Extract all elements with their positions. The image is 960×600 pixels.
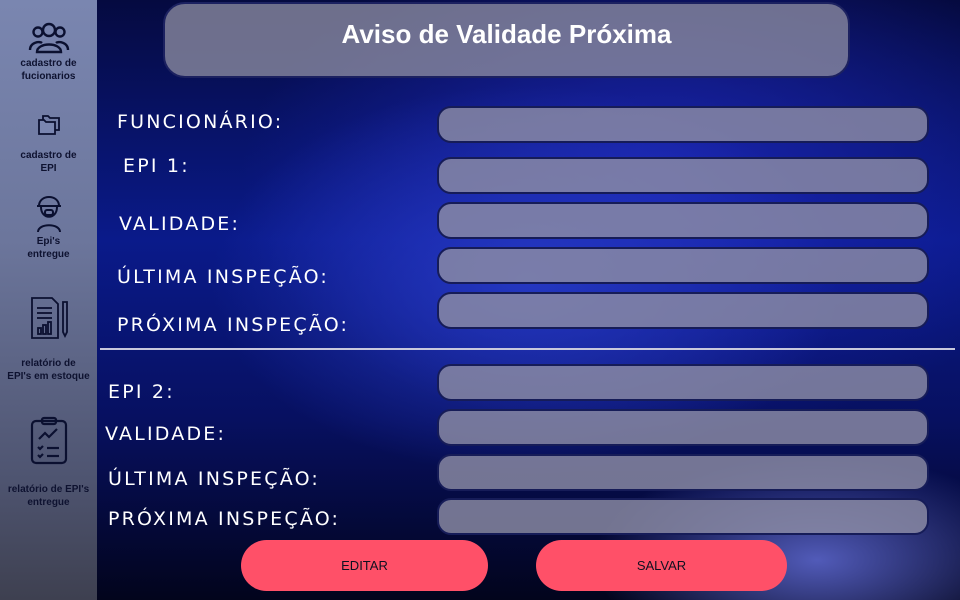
sidebar-item-label: entregue bbox=[27, 497, 70, 508]
sidebar-item-cadastro-epi[interactable]: cadastro de EPI bbox=[0, 110, 97, 176]
validade2-label: VALIDADE: bbox=[105, 423, 227, 445]
validade2-field[interactable] bbox=[437, 409, 929, 446]
sidebar-item-relatorio-entregue[interactable]: relatório de EPI's entregue bbox=[0, 416, 97, 510]
users-icon bbox=[28, 22, 69, 54]
epi1-field[interactable] bbox=[437, 157, 929, 194]
ultima-inspecao1-label: ÚLTIMA INSPEÇÃO: bbox=[117, 266, 330, 288]
sidebar-item-label: EPI bbox=[40, 163, 57, 174]
ultima-inspecao2-label: ÚLTIMA INSPEÇÃO: bbox=[108, 468, 321, 490]
proxima-inspecao1-field[interactable] bbox=[437, 292, 929, 329]
epi2-label: EPI 2: bbox=[108, 381, 175, 403]
sidebar-item-label: EPI's em estoque bbox=[7, 371, 90, 382]
validade1-label: VALIDADE: bbox=[119, 213, 241, 235]
proxima-inspecao2-label: PRÓXIMA INSPEÇÃO: bbox=[108, 508, 341, 530]
edit-button[interactable]: EDITAR bbox=[241, 540, 488, 591]
ultima-inspecao2-field[interactable] bbox=[437, 454, 929, 491]
page-title: Aviso de Validade Próxima bbox=[341, 18, 672, 49]
epi2-field[interactable] bbox=[437, 364, 929, 401]
sidebar: cadastro de fucionarios cadastro de EPI … bbox=[0, 0, 97, 600]
funcionario-field[interactable] bbox=[437, 106, 929, 143]
sidebar-item-relatorio-estoque[interactable]: relatório de EPI's em estoque bbox=[0, 296, 97, 384]
folders-icon bbox=[37, 115, 60, 135]
report-chart-icon bbox=[30, 297, 68, 339]
clipboard-checklist-icon bbox=[30, 416, 67, 465]
sidebar-item-cadastro-funcionarios[interactable]: cadastro de fucionarios bbox=[0, 20, 97, 84]
epi1-label: EPI 1: bbox=[123, 155, 190, 177]
save-button[interactable]: SALVAR bbox=[536, 540, 787, 591]
validade1-field[interactable] bbox=[437, 202, 929, 239]
proxima-inspecao1-label: PRÓXIMA INSPEÇÃO: bbox=[117, 314, 350, 336]
sidebar-item-label: fucionarios bbox=[21, 71, 76, 82]
page-title-banner: Aviso de Validade Próxima bbox=[163, 2, 850, 78]
sidebar-item-epis-entregue[interactable]: Epi's entregue bbox=[0, 190, 97, 262]
section-divider bbox=[100, 348, 955, 350]
funcionario-label: FUNCIONÁRIO: bbox=[117, 111, 284, 133]
ultima-inspecao1-field[interactable] bbox=[437, 247, 929, 284]
proxima-inspecao2-field[interactable] bbox=[437, 498, 929, 535]
safety-worker-icon bbox=[36, 196, 61, 233]
sidebar-item-label: entregue bbox=[27, 249, 70, 260]
